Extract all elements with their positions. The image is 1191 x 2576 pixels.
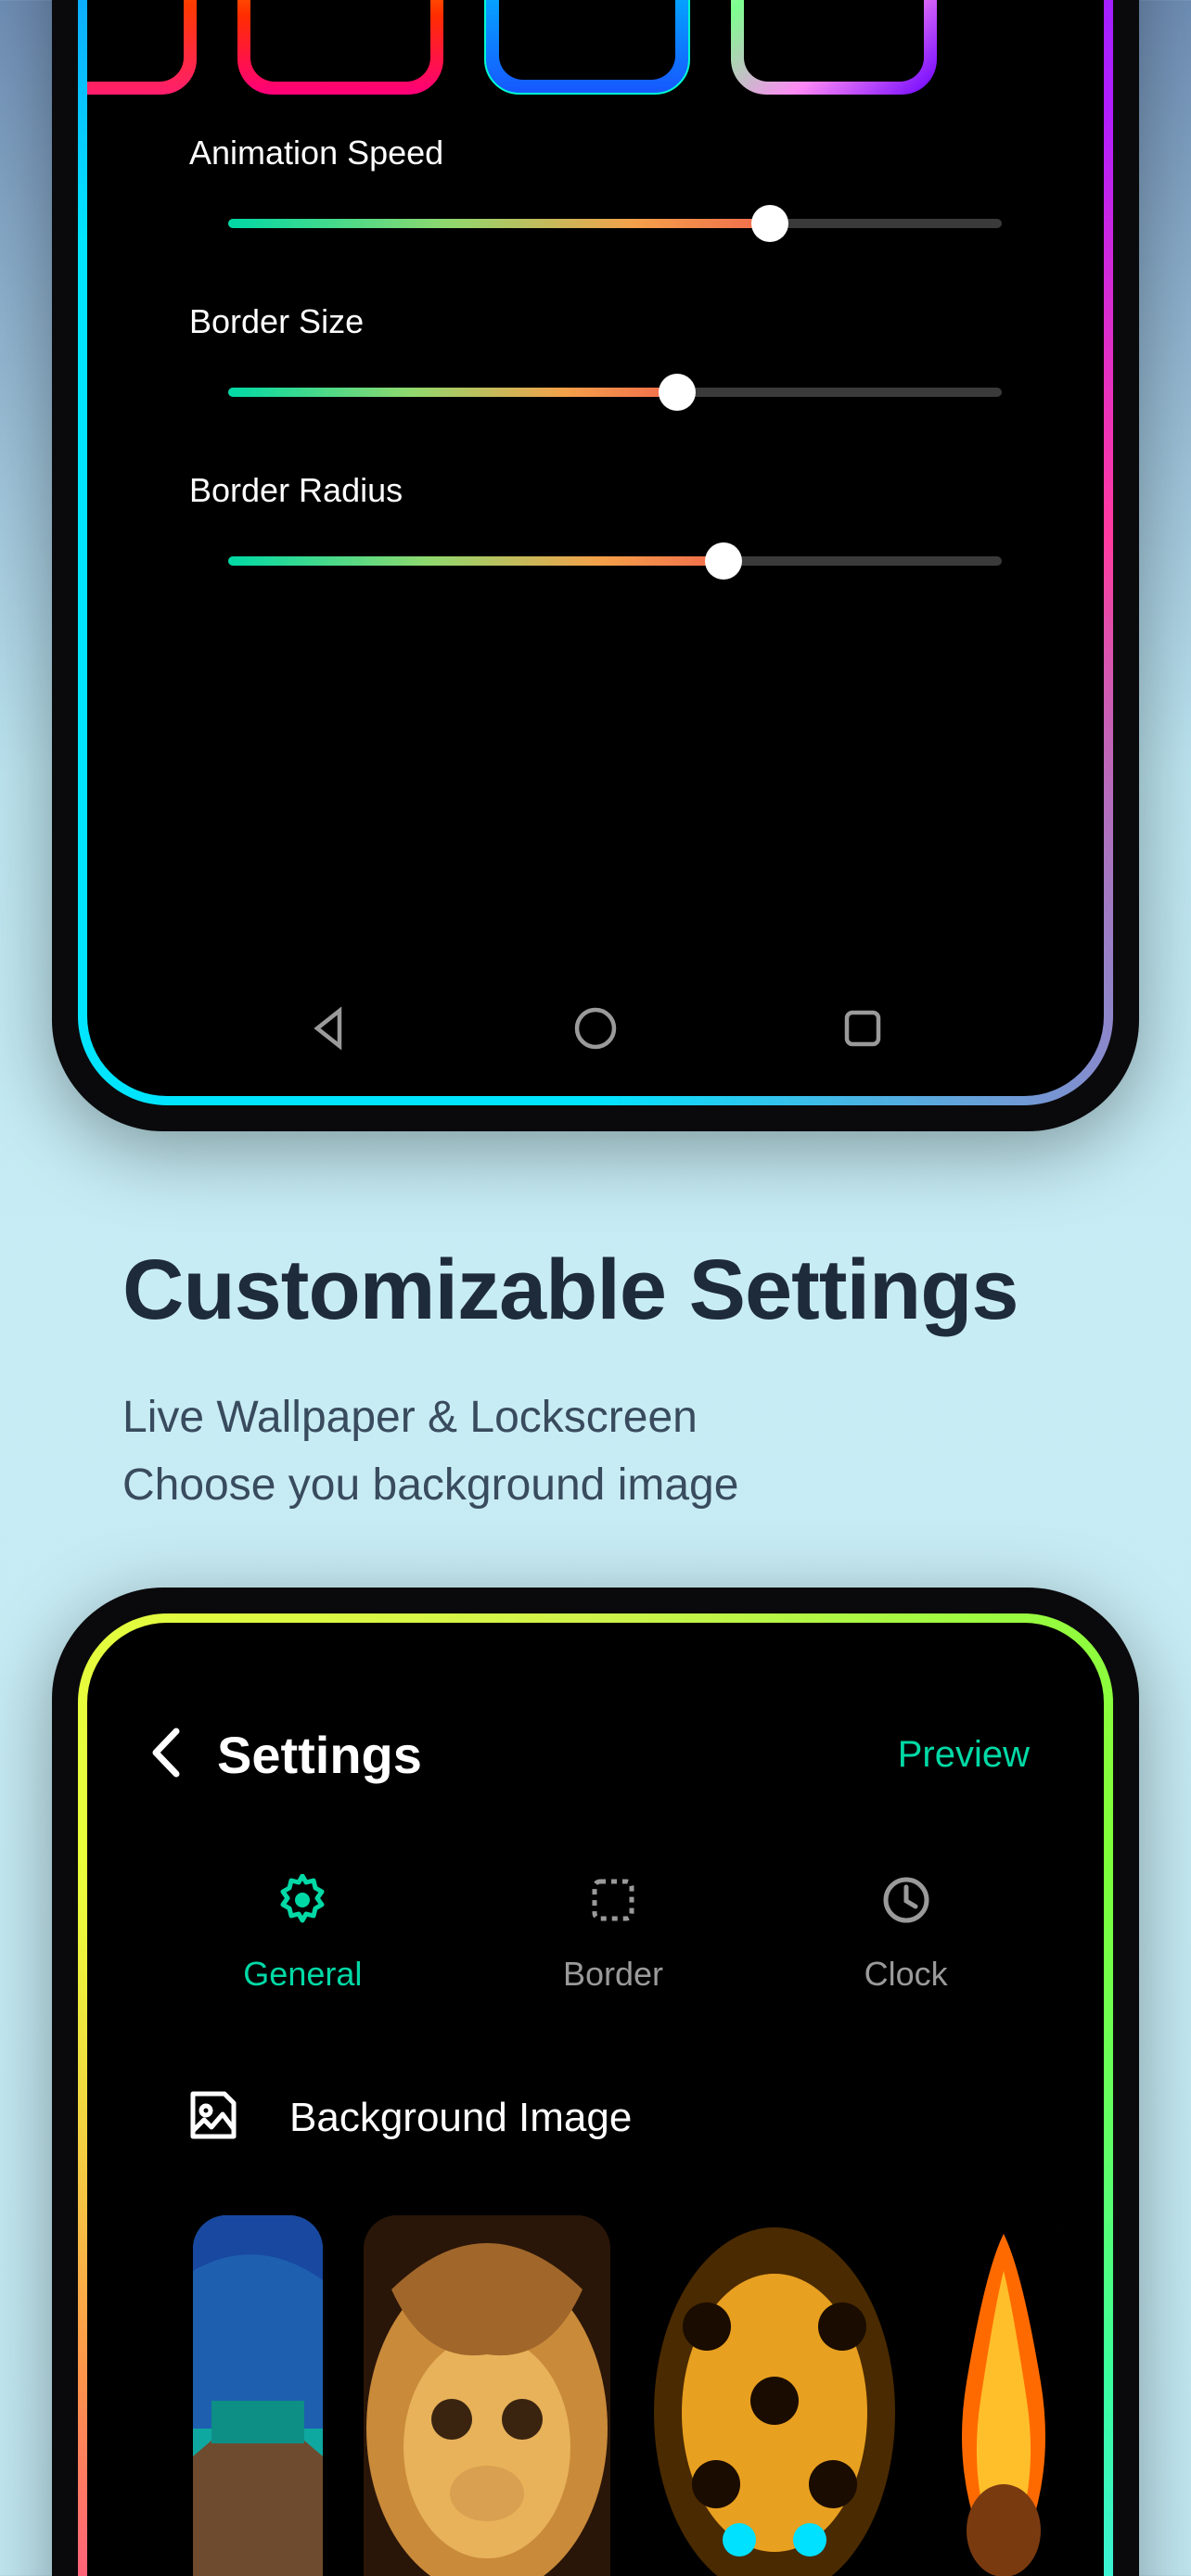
phone-frame-top: Animation Speed Border Size Border Radiu…	[52, 0, 1139, 1131]
wallpaper-option[interactable]	[364, 2215, 610, 2576]
phone-glow-border-top: Animation Speed Border Size Border Radiu…	[78, 0, 1113, 1105]
wallpaper-option[interactable]	[651, 2215, 898, 2576]
slider-label: Border Radius	[189, 471, 1002, 510]
slider-track[interactable]	[228, 219, 1002, 228]
slider-label: Border Size	[189, 302, 1002, 341]
tab-label: Clock	[864, 1955, 948, 1994]
slider-thumb[interactable]	[751, 205, 788, 242]
background-image-section: Background Image	[87, 2086, 1104, 2576]
settings-header: Settings Preview	[87, 1623, 1104, 1785]
slider-border-size: Border Size	[189, 302, 1002, 397]
gear-icon	[276, 1874, 328, 1931]
border-style-option[interactable]	[237, 0, 443, 95]
nav-home-icon[interactable]	[570, 1003, 621, 1058]
tab-border[interactable]: Border	[563, 1874, 663, 1994]
tab-clock[interactable]: Clock	[864, 1874, 948, 1994]
settings-tabs: General Border Clock	[87, 1874, 1104, 1994]
android-navbar	[87, 988, 1104, 1072]
phone-screen-top: Animation Speed Border Size Border Radiu…	[87, 0, 1104, 1096]
slider-track[interactable]	[228, 388, 1002, 397]
back-icon[interactable]	[147, 1726, 186, 1784]
border-style-option[interactable]	[731, 0, 937, 95]
tab-label: Border	[563, 1955, 663, 1994]
border-icon	[587, 1874, 639, 1931]
image-icon	[184, 2086, 241, 2149]
slider-thumb[interactable]	[659, 374, 696, 411]
slider-track[interactable]	[228, 556, 1002, 566]
promo-subtitle-line: Live Wallpaper & Lockscreen	[122, 1384, 1098, 1452]
slider-border-radius: Border Radius	[189, 471, 1002, 566]
border-style-option-selected[interactable]	[484, 0, 690, 95]
clock-icon	[880, 1874, 932, 1931]
phone-frame-bottom: Settings Preview General Border	[52, 1588, 1139, 2576]
section-title: Background Image	[289, 2095, 632, 2141]
border-style-option[interactable]	[87, 0, 197, 95]
page-title: Settings	[217, 1725, 422, 1785]
promo-title: Customizable Settings	[122, 1244, 1098, 1336]
promo-block: Customizable Settings Live Wallpaper & L…	[122, 1244, 1098, 1520]
preview-button[interactable]: Preview	[898, 1734, 1030, 1776]
tab-label: General	[243, 1955, 362, 1994]
nav-recent-icon[interactable]	[838, 1003, 888, 1058]
wallpaper-option[interactable]	[193, 2215, 323, 2576]
tab-general[interactable]: General	[243, 1874, 362, 1994]
background-picker-row	[184, 2215, 1030, 2576]
nav-back-icon[interactable]	[304, 1003, 354, 1058]
wallpaper-option[interactable]	[939, 2215, 1069, 2576]
slider-thumb[interactable]	[705, 542, 742, 580]
phone-screen-bottom: Settings Preview General Border	[87, 1623, 1104, 2576]
border-style-picker	[189, 0, 1067, 128]
promo-subtitle-line: Choose you background image	[122, 1452, 1098, 1520]
slider-animation-speed: Animation Speed	[189, 134, 1002, 228]
phone-glow-border-bottom: Settings Preview General Border	[78, 1613, 1113, 2576]
slider-label: Animation Speed	[189, 134, 1002, 172]
